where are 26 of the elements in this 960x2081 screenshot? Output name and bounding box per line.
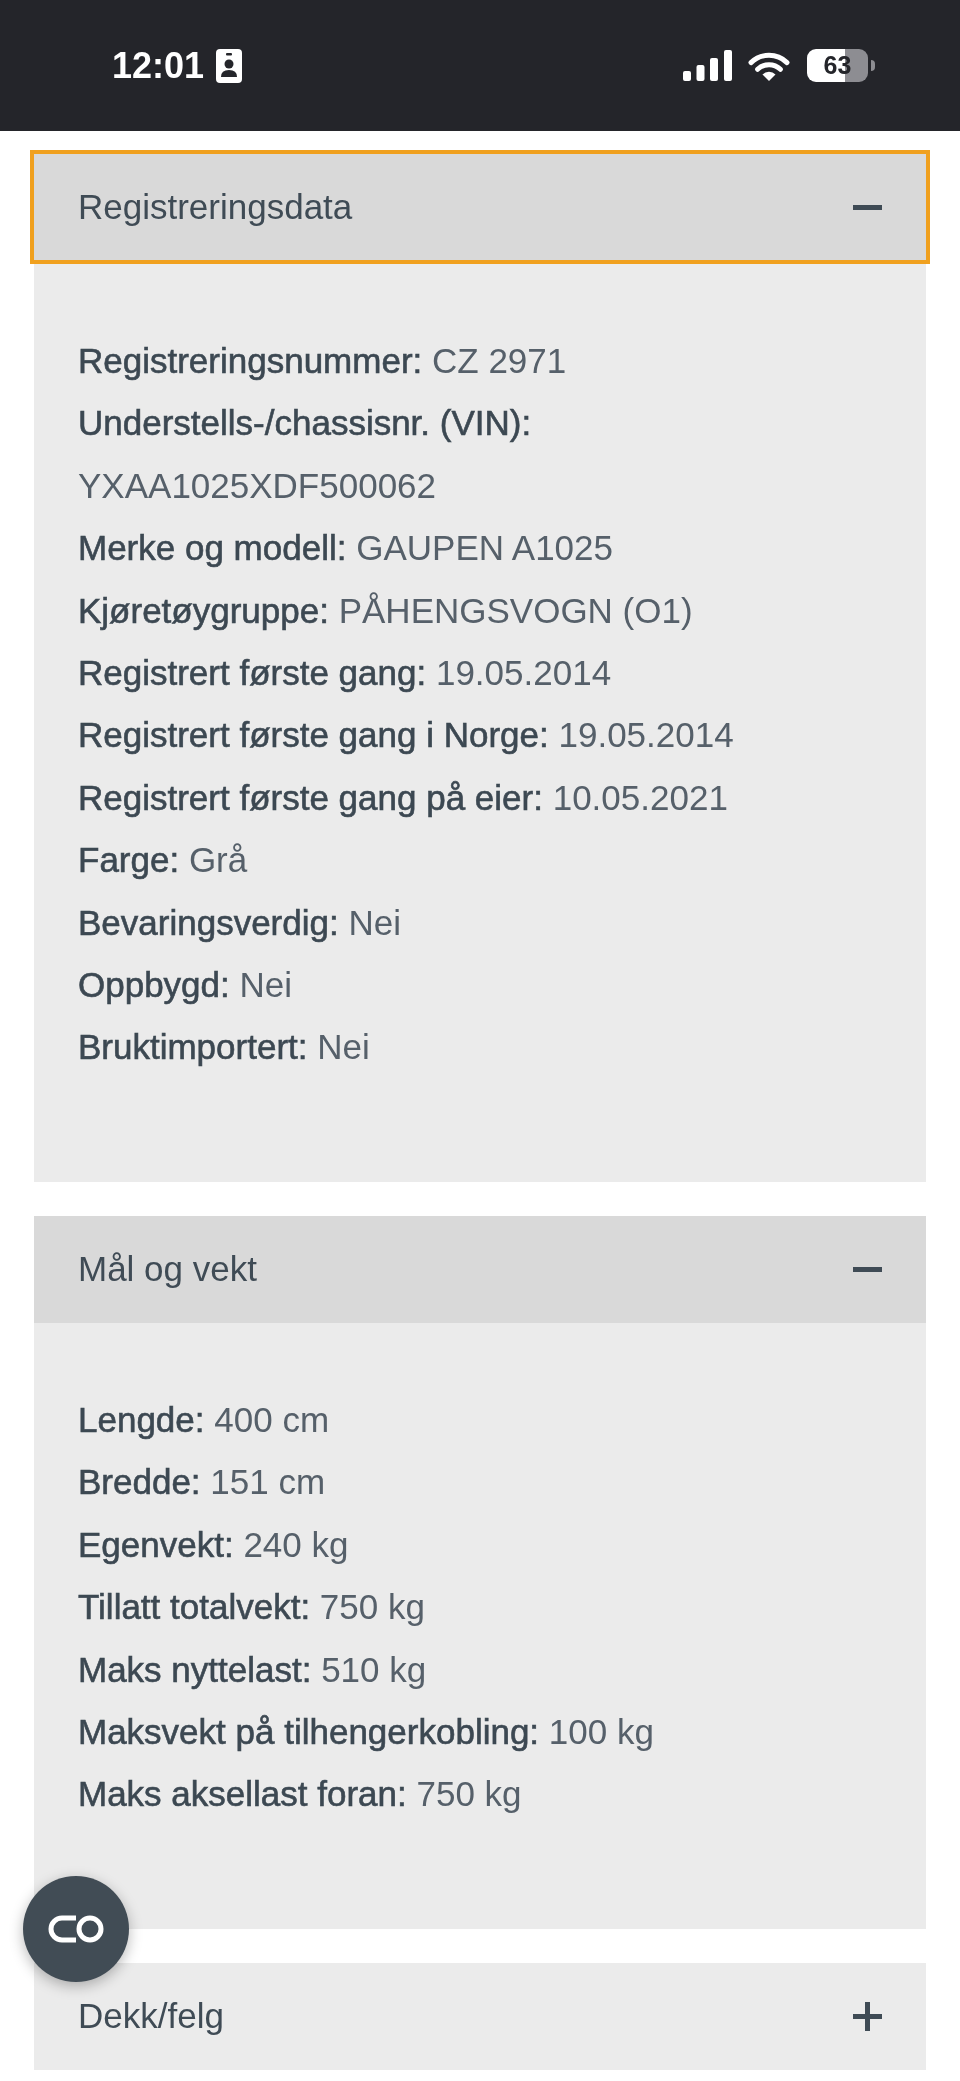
accordion-header[interactable]: Registreringsdata [30, 150, 930, 264]
id-card-icon [216, 48, 243, 83]
detail-text: Oppbygd: Nei [78, 964, 294, 1007]
accordion-header[interactable]: Dekk/felg [34, 1962, 926, 2070]
detail-text: Merke og modell: GAUPEN A1025 [78, 527, 614, 570]
detail-text: Registreringsnummer: CZ 2971 [78, 340, 568, 382]
accordion-header[interactable]: Mål og vekt [34, 1215, 926, 1323]
detail-text: Maksvekt på tilhengerkobling: 100 kg [78, 1710, 655, 1753]
detail-text: Tillatt totalvekt: 750 kg [78, 1586, 426, 1629]
detail-text: Lengde: 400 cm [78, 1398, 331, 1441]
toggle-icon [48, 1915, 104, 1943]
detail-text: Registrert første gang: 19.05.2014 [78, 652, 613, 695]
detail-text: Bruktimportert: Nei [78, 1026, 371, 1069]
detail-text: Understells-/chassisnr. (VIN): YXAA1025XDF500062 [78, 402, 533, 507]
clock-time: 12:01 [112, 45, 205, 86]
detail-text: Bredde: 151 cm [78, 1461, 327, 1504]
detail-text: Registrert første gang på eier: 10.05.2021 [78, 776, 729, 819]
signal-icon [683, 50, 732, 81]
detail-text: Maks aksellast foran: 750 kg [78, 1773, 523, 1816]
detail-text: Maks nyttelast: 510 kg [78, 1648, 428, 1691]
detail-text: Bevaringsverdig: Nei [78, 901, 402, 944]
battery-indicator: 63 [807, 49, 876, 82]
detail-text: Egenvekt: 240 kg [78, 1523, 350, 1566]
detail-text: Kjøretøygruppe: PÅHENGSVOGN (O1) [78, 589, 694, 632]
detail-text: Registrert første gang i Norge: 19.05.2014 [78, 714, 735, 757]
detail-text: Farge: Grå [78, 839, 249, 882]
